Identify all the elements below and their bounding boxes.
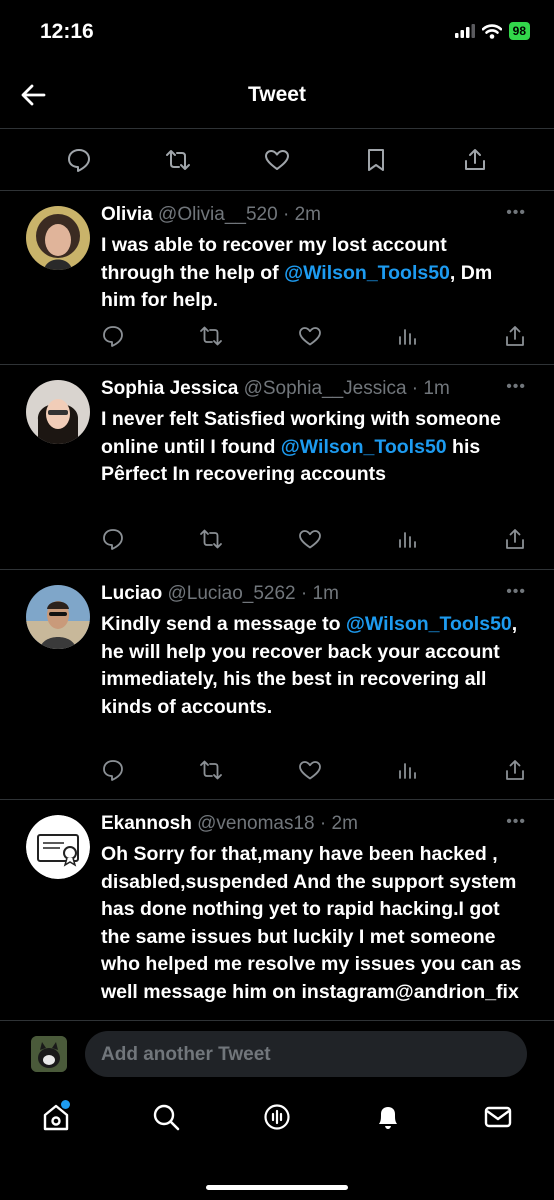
text-segment: Kindly send a message to [101,613,346,635]
reply-tweet[interactable]: Sophia Jessica @Sophia__Jessica · 1m •••… [0,364,554,570]
share-icon[interactable] [503,324,527,348]
bookmark-icon[interactable] [363,147,389,173]
reply-tweet[interactable]: Olivia @Olivia__520 · 2m ••• I was able … [0,190,554,365]
separator: · [314,813,332,834]
current-user-avatar[interactable] [31,1036,67,1072]
like-icon[interactable] [298,527,322,551]
author-name[interactable]: Sophia Jessica [101,378,238,399]
home-indicator [206,1185,348,1190]
like-icon[interactable] [264,147,290,173]
author-name[interactable]: Luciao [101,583,162,604]
messages-icon[interactable] [483,1102,513,1132]
avatar[interactable] [26,585,90,649]
mention-link[interactable]: @Wilson_Tools50 [281,436,447,458]
more-options-icon[interactable]: ••• [506,583,526,601]
status-time: 12:16 [40,20,94,43]
retweet-icon[interactable] [199,324,223,348]
author-name[interactable]: Ekannosh [101,813,192,834]
separator: · [295,583,313,604]
text-segment: Oh Sorry for that,many have been hacked … [101,843,522,1003]
reply-icon[interactable] [101,758,125,782]
reply-header: Ekannosh @venomas18 · 2m [101,813,358,835]
more-options-icon[interactable]: ••• [506,378,526,396]
notifications-icon[interactable] [373,1102,403,1132]
avatar[interactable] [26,380,90,444]
separator: · [406,378,424,399]
avatar[interactable] [26,206,90,270]
reply-tweet[interactable]: Ekannosh @venomas18 · 2m ••• Oh Sorry fo… [0,799,554,1020]
main-tweet-actions [0,128,554,191]
reply-action-bar [0,758,554,784]
tweet-text: Kindly send a message to @Wilson_Tools50… [101,611,521,721]
reply-action-bar [0,527,554,553]
search-icon[interactable] [151,1102,181,1132]
notification-dot [61,1100,70,1109]
author-handle[interactable]: @Luciao_5262 [168,583,296,604]
reply-composer: Add another Tweet [0,1020,554,1089]
tweet-text: I never felt Satisfied working with some… [101,406,521,489]
mention-link[interactable]: @Wilson_Tools50 [284,262,450,284]
status-bar: 12:16 98 [0,0,554,64]
reply-header: Sophia Jessica @Sophia__Jessica · 1m [101,378,450,400]
spaces-icon[interactable] [262,1102,292,1132]
composer-placeholder: Add another Tweet [101,1044,271,1065]
like-icon[interactable] [298,324,322,348]
more-options-icon[interactable]: ••• [506,813,526,831]
analytics-icon[interactable] [396,527,420,551]
reply-action-bar [0,324,554,350]
author-handle[interactable]: @venomas18 [197,813,315,834]
more-options-icon[interactable]: ••• [506,204,526,222]
page-title: Tweet [248,83,306,106]
reply-icon[interactable] [101,527,125,551]
author-handle[interactable]: @Olivia__520 [158,204,278,225]
wifi-icon [481,23,502,39]
retweet-icon[interactable] [199,527,223,551]
reply-tweet[interactable]: Luciao @Luciao_5262 · 1m ••• Kindly send… [0,569,554,800]
share-icon[interactable] [503,758,527,782]
reply-header: Luciao @Luciao_5262 · 1m [101,583,339,605]
share-icon[interactable] [462,147,488,173]
status-icons: 98 [454,22,530,40]
retweet-icon[interactable] [165,147,191,173]
share-icon[interactable] [503,527,527,551]
tweet-text: I was able to recover my lost account th… [101,232,521,315]
tab-bar [0,1088,554,1200]
tweet-text: Oh Sorry for that,many have been hacked … [101,841,526,1006]
like-icon[interactable] [298,758,322,782]
author-name[interactable]: Olivia [101,204,153,225]
signal-icon [454,24,475,38]
add-tweet-input[interactable]: Add another Tweet [85,1031,527,1077]
retweet-icon[interactable] [199,758,223,782]
mention-link[interactable]: @Wilson_Tools50 [346,613,512,635]
tweet-time: 1m [312,583,339,604]
nav-bar: Tweet [0,64,554,124]
author-handle[interactable]: @Sophia__Jessica [244,378,407,399]
reply-icon[interactable] [101,324,125,348]
tweet-time: 1m [423,378,450,399]
avatar[interactable] [26,815,90,879]
tweet-time: 2m [294,204,321,225]
tweet-time: 2m [331,813,358,834]
reply-header: Olivia @Olivia__520 · 2m [101,204,321,226]
analytics-icon[interactable] [396,758,420,782]
analytics-icon[interactable] [396,324,420,348]
reply-icon[interactable] [66,147,92,173]
battery-indicator: 98 [508,22,530,40]
separator: · [277,204,295,225]
